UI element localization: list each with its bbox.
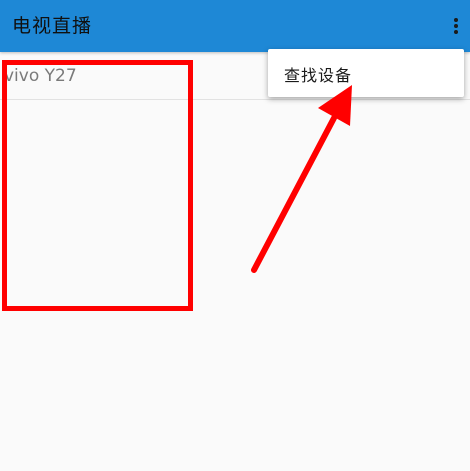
arrow-shaft (251, 115, 337, 273)
menu-item-find-device[interactable]: 查找设备 (284, 62, 352, 86)
app-bar: 电视直播 (0, 0, 470, 52)
menu-dot (454, 18, 458, 22)
annotation-highlight-box (2, 60, 193, 311)
menu-dot (454, 30, 458, 34)
menu-dot (454, 24, 458, 28)
app-title: 电视直播 (12, 15, 93, 37)
more-vert-icon[interactable] (448, 14, 464, 38)
overflow-menu: 查找设备 (268, 49, 464, 97)
